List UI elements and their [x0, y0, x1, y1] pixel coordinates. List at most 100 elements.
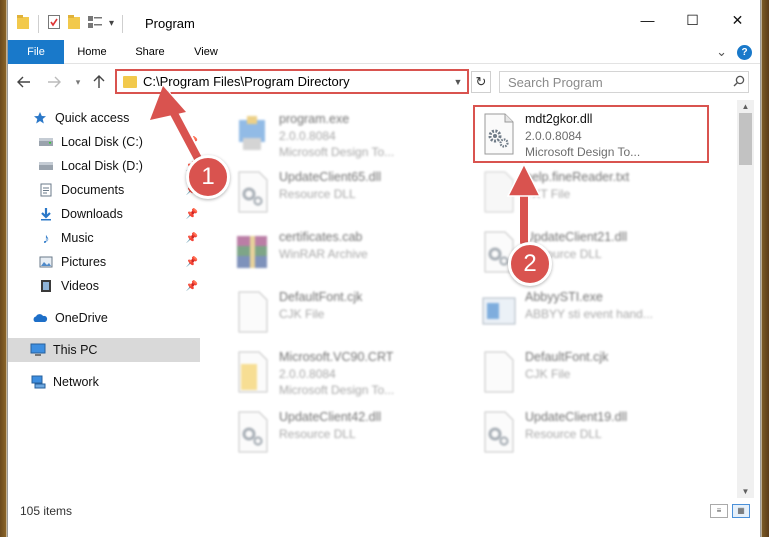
list-item[interactable]: help.fineReader.txt TXT File	[479, 166, 719, 220]
navigation-bar: ▾ C:\Program Files\Program Directory ▼ ↻…	[8, 64, 760, 100]
minimize-button[interactable]: —	[625, 6, 670, 34]
file-detail: Resource DLL	[525, 427, 602, 441]
refresh-button[interactable]: ↻	[471, 71, 491, 93]
pin-icon[interactable]: 📌	[186, 233, 198, 244]
close-button[interactable]: ✕	[715, 6, 760, 34]
address-path[interactable]: C:\Program Files\Program Directory	[143, 74, 449, 89]
back-arrow-icon[interactable]	[14, 72, 34, 92]
folder-file-icon	[233, 350, 273, 394]
sidebar-item-documents[interactable]: Documents 📌	[8, 178, 200, 202]
list-item[interactable]: UpdateClient19.dll Resource DLL	[479, 406, 719, 460]
winrar-icon	[233, 230, 273, 274]
pin-icon[interactable]: 📌	[186, 257, 198, 268]
sidebar-item-videos[interactable]: Videos 📌	[8, 274, 200, 298]
quick-access-toolbar: ▾	[16, 14, 125, 33]
window-title: Program	[145, 16, 195, 31]
file-detail: Microsoft Design To...	[279, 383, 395, 397]
sidebar-item-label: Local Disk (D:)	[61, 159, 143, 173]
list-item[interactable]: DefaultFont.cjk CJK File	[233, 286, 473, 340]
item-count: 105 items	[20, 504, 73, 518]
help-icon[interactable]: ?	[737, 44, 752, 60]
up-arrow-icon[interactable]	[89, 72, 109, 92]
scroll-down-icon[interactable]: ▼	[737, 485, 754, 498]
tiles-view-icon[interactable]: ▦	[732, 504, 750, 518]
download-icon	[38, 207, 54, 221]
search-input[interactable]: Search Program	[508, 75, 730, 90]
file-detail: Resource DLL	[279, 427, 356, 441]
list-item[interactable]: UpdateClient65.dll Resource DLL	[233, 166, 473, 220]
tab-file[interactable]: File	[8, 40, 64, 64]
qat-divider	[38, 14, 39, 33]
tab-home[interactable]: Home	[72, 40, 112, 64]
pin-icon[interactable]: 📌	[186, 209, 198, 220]
folder-icon	[16, 14, 30, 33]
chevron-down-icon[interactable]: ▼	[449, 77, 467, 87]
pin-icon[interactable]: 📌	[186, 281, 198, 292]
list-item[interactable]: UpdateClient42.dll Resource DLL	[233, 406, 473, 460]
address-bar[interactable]: C:\Program Files\Program Directory ▼	[115, 69, 469, 94]
file-name: UpdateClient21.dll	[525, 230, 628, 244]
properties-icon[interactable]	[47, 14, 61, 33]
sidebar-item-onedrive[interactable]: OneDrive	[8, 306, 200, 330]
list-item[interactable]: program.exe 2.0.0.8084 Microsoft Design …	[233, 108, 473, 162]
maximize-button[interactable]: ☐	[670, 6, 715, 34]
file-detail: Resource DLL	[279, 187, 356, 201]
gear-file-icon	[479, 410, 519, 454]
blank-file-icon	[233, 290, 273, 334]
recent-locations-icon[interactable]: ▾	[68, 72, 88, 92]
file-detail: ABBYY sti event hand...	[525, 307, 653, 321]
step-2-badge: 2	[508, 242, 552, 286]
sidebar-item-label: OneDrive	[55, 311, 108, 325]
sidebar-item-local-disk-c[interactable]: Local Disk (C:) 📌	[8, 130, 200, 154]
sidebar-item-local-disk-d[interactable]: Local Disk (D:) 📌	[8, 154, 200, 178]
expand-ribbon-icon[interactable]: ⌄	[716, 44, 727, 60]
documents-icon	[38, 183, 54, 197]
sidebar-item-label: Pictures	[61, 255, 107, 269]
list-item[interactable]: Microsoft.VC90.CRT 2.0.0.8084 Microsoft …	[233, 346, 473, 400]
network-icon	[30, 375, 46, 389]
step-1-badge: 1	[186, 155, 230, 199]
sidebar-item-label: Network	[53, 375, 99, 389]
sidebar-item-quick-access[interactable]: Quick access	[8, 106, 200, 130]
app-window-icon	[479, 290, 519, 334]
sidebar-item-music[interactable]: ♪ Music 📌	[8, 226, 200, 250]
navigation-pane: Quick access Local Disk (C:) 📌 Local Dis…	[8, 100, 203, 498]
scroll-up-icon[interactable]: ▲	[737, 100, 754, 113]
pin-icon[interactable]: 📌	[186, 137, 198, 148]
file-name: certificates.cab	[279, 230, 363, 244]
blank-file-icon	[479, 350, 519, 394]
scroll-thumb[interactable]	[739, 113, 752, 165]
list-item[interactable]: DefaultFont.cjk CJK File	[479, 346, 719, 400]
file-name: AbbyySTI.exe	[525, 290, 603, 304]
qat-divider	[122, 14, 124, 33]
sidebar-item-downloads[interactable]: Downloads 📌	[8, 202, 200, 226]
file-name: Microsoft.VC90.CRT	[279, 350, 394, 364]
file-name: help.fineReader.txt	[525, 170, 630, 184]
sidebar-item-network[interactable]: Network	[8, 370, 200, 394]
explorer-window: ▾ Program — ☐ ✕ File Home Share View ⌄ ?…	[7, 0, 761, 537]
list-item[interactable]: certificates.cab WinRAR Archive	[233, 226, 473, 280]
file-name: program.exe	[279, 112, 350, 126]
file-detail: 2.0.0.8084	[279, 367, 336, 381]
file-name: UpdateClient19.dll	[525, 410, 628, 424]
vertical-scrollbar[interactable]: ▲ ▼	[737, 100, 754, 498]
onedrive-icon	[32, 311, 48, 325]
sidebar-item-label: Quick access	[55, 111, 130, 125]
sidebar-item-this-pc[interactable]: This PC	[8, 338, 200, 362]
details-view-icon[interactable]: ≡	[710, 504, 728, 518]
installer-icon	[233, 112, 273, 156]
qat-dropdown-icon[interactable]: ▾	[109, 18, 114, 29]
sidebar-item-pictures[interactable]: Pictures 📌	[8, 250, 200, 274]
search-box[interactable]: Search Program	[499, 71, 749, 93]
pictures-icon	[38, 255, 54, 269]
tab-share[interactable]: Share	[130, 40, 170, 64]
list-item[interactable]: AbbyySTI.exe ABBYY sti event hand...	[479, 286, 719, 340]
customize-view-icon[interactable]	[87, 15, 103, 32]
forward-arrow-icon[interactable]	[44, 72, 64, 92]
tab-view[interactable]: View	[188, 40, 224, 64]
ribbon-right-controls: ⌄ ?	[716, 44, 752, 60]
star-icon	[32, 111, 48, 125]
ribbon-tabs: File Home Share View ⌄ ?	[8, 40, 760, 64]
new-folder-icon[interactable]	[67, 14, 81, 33]
sidebar-item-label: Downloads	[61, 207, 123, 221]
